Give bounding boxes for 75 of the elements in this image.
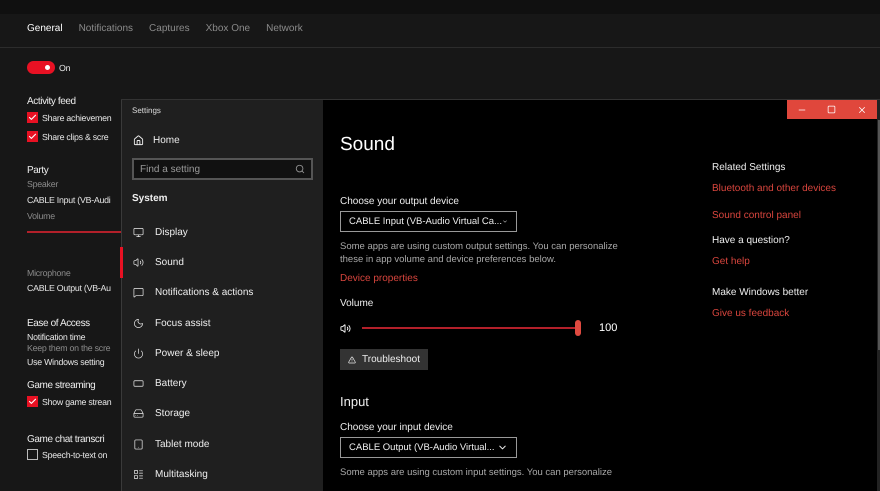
description-text: Some apps are using custom output settings. You can personalize these in app volume and device preferences below. bbox=[340, 240, 619, 266]
checkbox-label: Share clips & scre bbox=[42, 132, 108, 142]
section-heading: Ease of Access bbox=[27, 318, 91, 329]
checkbox[interactable] bbox=[27, 131, 38, 142]
nav-item[interactable]: Storage bbox=[120, 398, 323, 430]
nav-item[interactable]: Notifications & actions bbox=[120, 278, 323, 308]
close-icon[interactable] bbox=[856, 104, 867, 114]
tab[interactable]: Network bbox=[266, 23, 303, 47]
link[interactable]: Bluetooth and other devices bbox=[712, 183, 836, 194]
home-icon bbox=[133, 135, 144, 146]
nav-item[interactable]: Home bbox=[122, 135, 323, 146]
tab[interactable]: General bbox=[27, 23, 63, 47]
speaker-icon bbox=[340, 322, 351, 334]
nav-item[interactable]: Multitasking bbox=[120, 459, 323, 490]
link[interactable]: Get help bbox=[712, 256, 836, 267]
tab[interactable]: Xbox One bbox=[206, 23, 250, 47]
tablet-icon bbox=[133, 438, 144, 450]
monitor-icon bbox=[133, 226, 144, 238]
list-icon bbox=[133, 469, 144, 480]
link[interactable]: Device properties bbox=[340, 273, 712, 284]
page-title: Sound bbox=[340, 134, 396, 156]
setting-hint: Keep them on the scre bbox=[27, 343, 112, 353]
section-heading: Game chat transcri bbox=[27, 434, 106, 445]
speaker-icon bbox=[133, 256, 144, 268]
power-icon bbox=[133, 348, 144, 359]
window-title: Settings bbox=[131, 105, 162, 115]
search-field[interactable]: Find a setting bbox=[132, 158, 313, 180]
microphone-value: CABLE Output (VB-Au bbox=[27, 283, 112, 293]
search-icon bbox=[295, 164, 305, 174]
checkbox-label: Share achievemen bbox=[42, 112, 112, 122]
section-heading: Game streaming bbox=[27, 380, 96, 391]
drive-icon bbox=[133, 408, 144, 420]
field-label: Volume bbox=[340, 298, 374, 309]
field-label: Choose your output device bbox=[340, 196, 460, 207]
section-heading: Input bbox=[340, 394, 370, 409]
nav-item[interactable]: Power & sleep bbox=[120, 338, 323, 368]
nav-item[interactable]: Tablet mode bbox=[120, 429, 323, 460]
speech-bubble-icon bbox=[133, 287, 144, 298]
nav-item[interactable]: Focus assist bbox=[120, 308, 323, 338]
field-label: Microphone bbox=[27, 268, 72, 278]
field-label: Speaker bbox=[27, 179, 60, 189]
toggle-label: On bbox=[59, 62, 70, 72]
description-text: Some apps are using custom input settings. You can personalize bbox=[340, 466, 613, 479]
section-heading: Make Windows better bbox=[712, 287, 810, 298]
output-dropdown[interactable]: CABLE Input (VB-Audio Virtual Ca... bbox=[340, 211, 517, 232]
toggle-switch[interactable] bbox=[27, 61, 55, 74]
field-label: Choose your input device bbox=[340, 422, 454, 433]
checkbox-label: Show game strean bbox=[42, 396, 112, 406]
checkbox-label: Speech-to-text on bbox=[42, 450, 108, 460]
speaker-value: CABLE Input (VB-Audi bbox=[27, 195, 112, 205]
moon-icon bbox=[133, 318, 144, 329]
nav-item[interactable]: Battery bbox=[120, 368, 323, 399]
field-label: Volume bbox=[27, 211, 56, 221]
warning-icon bbox=[348, 354, 356, 364]
checkbox[interactable] bbox=[27, 449, 38, 460]
volume-reading: 100 bbox=[599, 322, 618, 334]
input-dropdown[interactable]: CABLE Output (VB-Audio Virtual... bbox=[340, 437, 517, 458]
group-heading: System bbox=[131, 192, 169, 204]
section-heading: Activity feed bbox=[27, 96, 77, 107]
link[interactable]: Sound control panel bbox=[712, 210, 836, 221]
troubleshoot-button[interactable]: Troubleshoot bbox=[340, 349, 428, 370]
tab[interactable]: Notifications bbox=[78, 23, 134, 47]
tab[interactable]: Captures bbox=[149, 23, 190, 47]
section-heading: Party bbox=[27, 165, 50, 176]
battery-icon bbox=[133, 378, 144, 390]
maximize-icon[interactable] bbox=[827, 105, 836, 114]
setting-label: Notification time bbox=[27, 332, 86, 342]
volume-slider[interactable] bbox=[359, 320, 581, 336]
checkbox[interactable] bbox=[27, 112, 38, 123]
nav-item[interactable]: Display bbox=[120, 217, 323, 248]
setting-value: Use Windows setting bbox=[27, 357, 106, 367]
section-heading: Have a question? bbox=[712, 235, 791, 246]
section-heading: Related Settings bbox=[712, 162, 786, 173]
checkbox[interactable] bbox=[27, 396, 38, 407]
link[interactable]: Give us feedback bbox=[712, 308, 836, 319]
